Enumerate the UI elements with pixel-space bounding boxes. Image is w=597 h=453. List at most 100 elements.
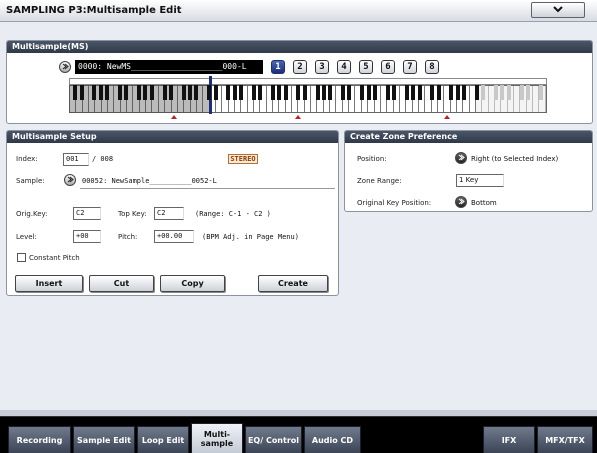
black-key[interactable] bbox=[315, 85, 320, 100]
black-key[interactable] bbox=[207, 85, 212, 100]
black-key[interactable] bbox=[143, 85, 148, 100]
tab-audio-cd[interactable]: Audio CD bbox=[304, 426, 361, 453]
pitch-label: Pitch: bbox=[118, 233, 138, 241]
black-key[interactable] bbox=[283, 85, 288, 100]
black-key[interactable] bbox=[168, 85, 173, 100]
copy-button[interactable]: Copy bbox=[160, 275, 225, 292]
black-key[interactable] bbox=[302, 85, 307, 100]
multisample-row: 0000: NewMS___________________000-L 1 2 … bbox=[59, 60, 439, 74]
stereo-badge: STEREO bbox=[228, 154, 258, 164]
black-key[interactable] bbox=[366, 85, 371, 100]
tab-multisample[interactable]: Multi- sample bbox=[191, 423, 243, 453]
tab-loop-edit[interactable]: Loop Edit bbox=[137, 426, 189, 453]
index-button-7[interactable]: 7 bbox=[403, 60, 417, 74]
top-key-field[interactable]: C2 bbox=[154, 207, 184, 220]
tab-sample-edit[interactable]: Sample Edit bbox=[73, 426, 135, 453]
index-button-4[interactable]: 4 bbox=[337, 60, 351, 74]
black-key[interactable] bbox=[149, 85, 154, 100]
black-key[interactable] bbox=[194, 85, 199, 100]
black-key[interactable] bbox=[449, 85, 454, 100]
black-key[interactable] bbox=[417, 85, 422, 100]
black-key[interactable] bbox=[436, 85, 441, 100]
black-key[interactable] bbox=[525, 85, 530, 100]
top-key-label: Top Key: bbox=[118, 210, 147, 218]
sample-popup-button[interactable] bbox=[64, 174, 76, 186]
position-popup-button[interactable] bbox=[455, 152, 467, 164]
tab-mfx-tfx[interactable]: MFX/TFX bbox=[537, 426, 593, 453]
black-key[interactable] bbox=[277, 85, 282, 100]
black-key[interactable] bbox=[270, 85, 275, 100]
level-field[interactable]: +00 bbox=[73, 230, 101, 243]
black-key[interactable] bbox=[92, 85, 97, 100]
constant-pitch-checkbox[interactable] bbox=[17, 253, 26, 262]
orig-key-field[interactable]: C2 bbox=[73, 207, 101, 220]
black-key[interactable] bbox=[73, 85, 78, 100]
black-key[interactable] bbox=[232, 85, 237, 100]
position-value[interactable]: Right (to Selected Index) bbox=[471, 155, 558, 163]
chevron-right-icon bbox=[458, 198, 465, 207]
title-bar: SAMPLING P3:Multisample Edit bbox=[0, 0, 597, 22]
tab-eq-control[interactable]: EQ/ Control bbox=[245, 426, 302, 453]
orig-key-position-popup-button[interactable] bbox=[455, 196, 467, 208]
multisample-header: Multisample(MS) bbox=[7, 41, 592, 53]
black-key[interactable] bbox=[188, 85, 193, 100]
black-key[interactable] bbox=[430, 85, 435, 100]
insert-button[interactable]: Insert bbox=[15, 275, 83, 292]
black-key[interactable] bbox=[411, 85, 416, 100]
black-key[interactable] bbox=[226, 85, 231, 100]
black-key[interactable] bbox=[117, 85, 122, 100]
black-key[interactable] bbox=[404, 85, 409, 100]
black-key[interactable] bbox=[455, 85, 460, 100]
index-button-1[interactable]: 1 bbox=[271, 60, 285, 74]
page-tab-bar: Recording Sample Edit Loop Edit Multi- s… bbox=[0, 416, 597, 453]
black-key[interactable] bbox=[341, 85, 346, 100]
multisample-name-field[interactable]: 0000: NewMS___________________000-L bbox=[75, 60, 263, 74]
index-field[interactable]: 001 bbox=[63, 153, 89, 166]
multisample-popup-button[interactable] bbox=[59, 61, 71, 73]
tab-ifx[interactable]: IFX bbox=[483, 426, 535, 453]
pitch-field[interactable]: +00.00 bbox=[154, 230, 194, 243]
black-key[interactable] bbox=[296, 85, 301, 100]
zone-range-field[interactable]: 1 Key bbox=[456, 174, 504, 187]
black-key[interactable] bbox=[506, 85, 511, 100]
black-key[interactable] bbox=[372, 85, 377, 100]
index-button-2[interactable]: 2 bbox=[293, 60, 307, 74]
create-button[interactable]: Create bbox=[258, 275, 328, 292]
black-key[interactable] bbox=[474, 85, 479, 100]
black-key[interactable] bbox=[360, 85, 365, 100]
black-key[interactable] bbox=[481, 85, 486, 100]
black-key[interactable] bbox=[258, 85, 263, 100]
black-key[interactable] bbox=[385, 85, 390, 100]
black-key[interactable] bbox=[251, 85, 256, 100]
black-key[interactable] bbox=[105, 85, 110, 100]
black-key[interactable] bbox=[98, 85, 103, 100]
black-key[interactable] bbox=[392, 85, 397, 100]
page-menu-button[interactable] bbox=[531, 2, 585, 18]
black-key[interactable] bbox=[538, 85, 543, 100]
index-button-5[interactable]: 5 bbox=[359, 60, 373, 74]
index-button-8[interactable]: 8 bbox=[425, 60, 439, 74]
black-key[interactable] bbox=[213, 85, 218, 100]
black-key[interactable] bbox=[321, 85, 326, 100]
black-key[interactable] bbox=[462, 85, 467, 100]
sample-field[interactable]: 00052: NewSample__________0052-L bbox=[82, 177, 217, 185]
black-key[interactable] bbox=[239, 85, 244, 100]
black-key[interactable] bbox=[519, 85, 524, 100]
orig-key-position-label: Original Key Position: bbox=[357, 199, 432, 207]
black-key[interactable] bbox=[500, 85, 505, 100]
black-key[interactable] bbox=[181, 85, 186, 100]
keyboard-zone-map[interactable] bbox=[69, 76, 547, 119]
orig-key-position-value[interactable]: Bottom bbox=[471, 199, 497, 207]
black-key[interactable] bbox=[162, 85, 167, 100]
index-button-3[interactable]: 3 bbox=[315, 60, 329, 74]
black-key[interactable] bbox=[328, 85, 333, 100]
black-key[interactable] bbox=[494, 85, 498, 100]
black-key[interactable] bbox=[347, 85, 352, 100]
index-button-6[interactable]: 6 bbox=[381, 60, 395, 74]
black-key[interactable] bbox=[79, 85, 84, 100]
black-key[interactable] bbox=[124, 85, 129, 100]
cut-button[interactable]: Cut bbox=[89, 275, 154, 292]
black-key[interactable] bbox=[137, 85, 142, 100]
zone-range-label: Zone Range: bbox=[357, 177, 402, 185]
tab-recording[interactable]: Recording bbox=[8, 426, 71, 453]
